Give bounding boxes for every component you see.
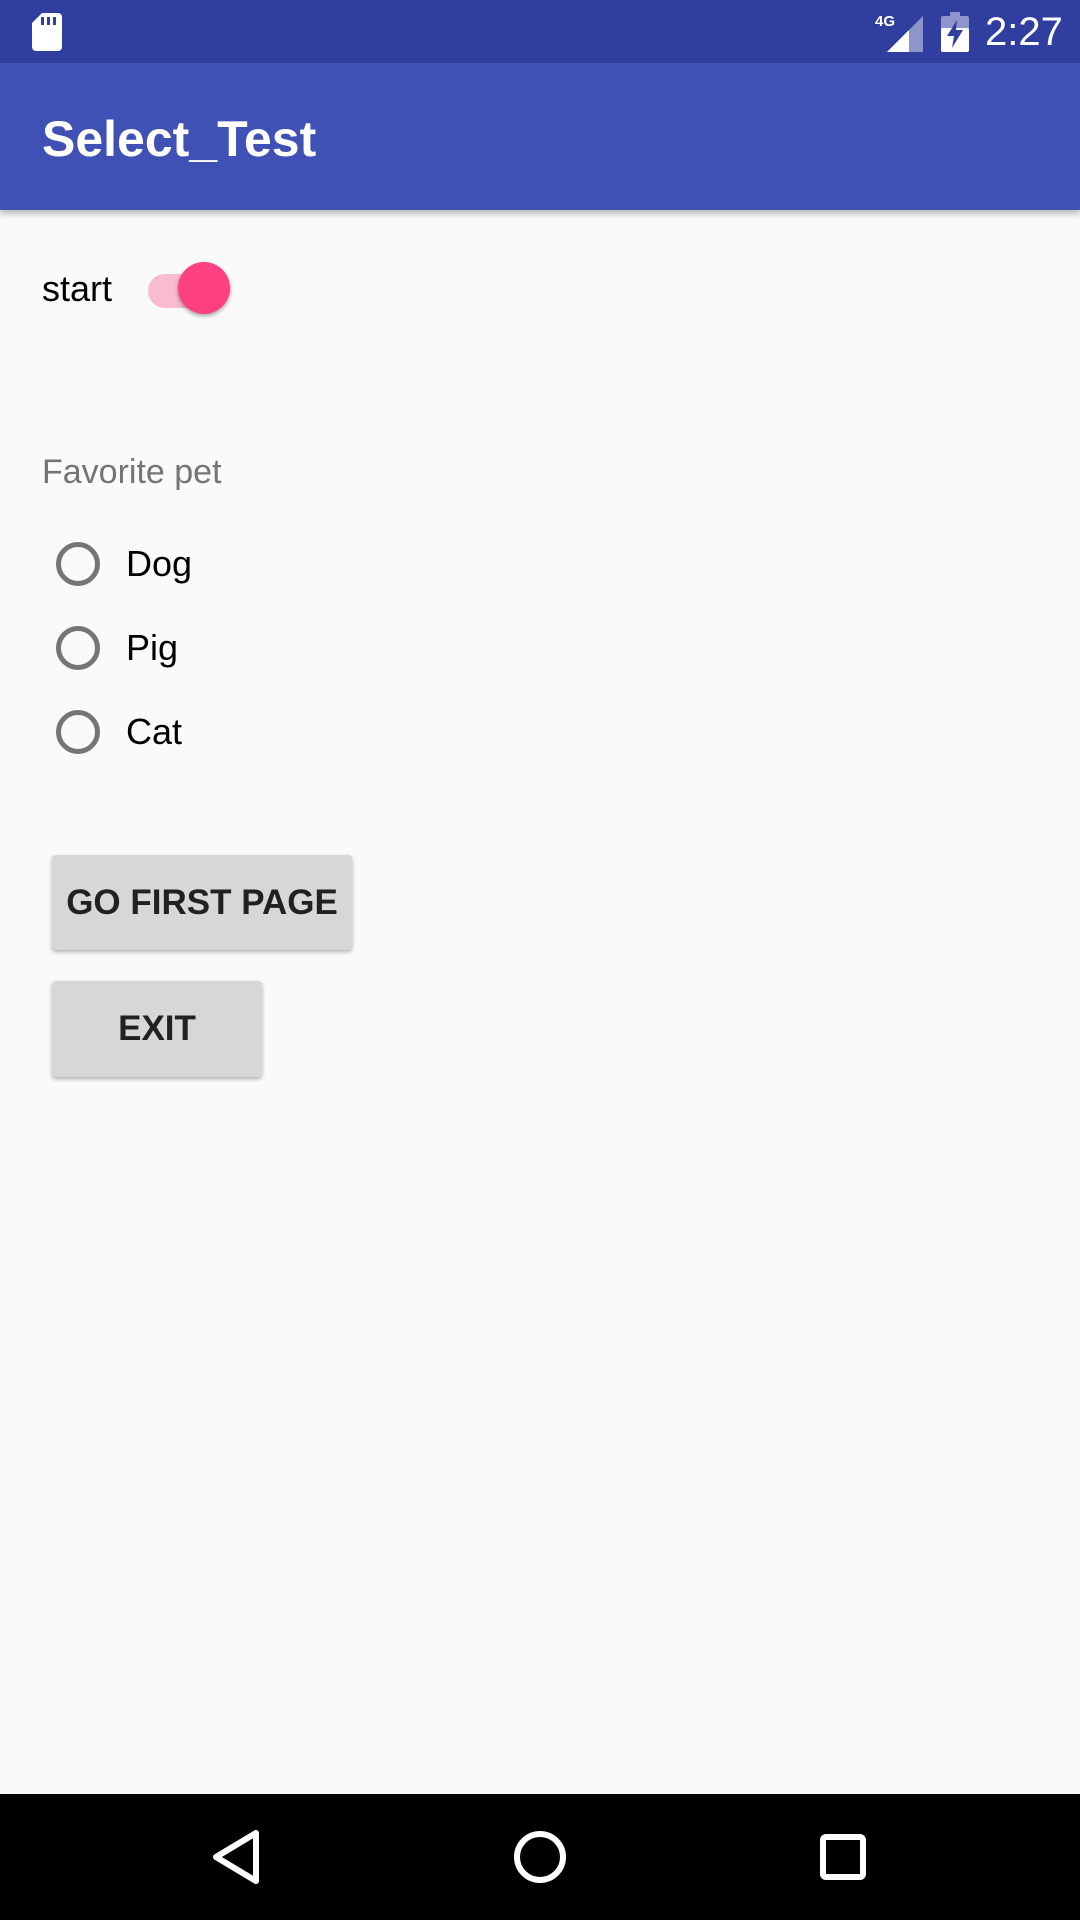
- radio-cat-label: Cat: [126, 711, 183, 752]
- start-switch-label: start: [42, 268, 113, 309]
- radio-circle-icon: [56, 710, 100, 754]
- radio-circle-icon: [56, 542, 100, 586]
- radio-dog[interactable]: Dog: [56, 534, 192, 594]
- back-icon[interactable]: [206, 1827, 266, 1887]
- radio-cat[interactable]: Cat: [56, 702, 182, 762]
- battery-charging-icon: [941, 12, 969, 52]
- app-bar: Select_Test: [0, 63, 1080, 210]
- signal-icon: 4G: [875, 13, 923, 52]
- radio-circle-icon: [56, 626, 100, 670]
- home-icon[interactable]: [510, 1827, 570, 1887]
- status-bar: 4G 2:27: [0, 0, 1080, 63]
- radio-dog-label: Dog: [126, 543, 193, 584]
- network-type-label: 4G: [875, 13, 895, 30]
- sd-card-icon: [32, 13, 62, 51]
- app-screen: 4G 2:27 Select_Test start Favorite pet D…: [0, 0, 1080, 1920]
- navigation-bar: [0, 1794, 1080, 1920]
- radio-pig[interactable]: Pig: [56, 618, 178, 678]
- app-title: Select_Test: [42, 111, 317, 167]
- status-clock: 2:27: [985, 10, 1063, 54]
- start-switch[interactable]: [148, 262, 234, 316]
- exit-button[interactable]: EXIT: [52, 981, 262, 1077]
- favorite-pet-label: Favorite pet: [42, 453, 222, 491]
- radio-pig-label: Pig: [126, 627, 179, 668]
- go-first-page-button[interactable]: GO FIRST PAGE: [52, 855, 352, 950]
- switch-thumb: [178, 262, 230, 314]
- recents-icon[interactable]: [813, 1827, 873, 1887]
